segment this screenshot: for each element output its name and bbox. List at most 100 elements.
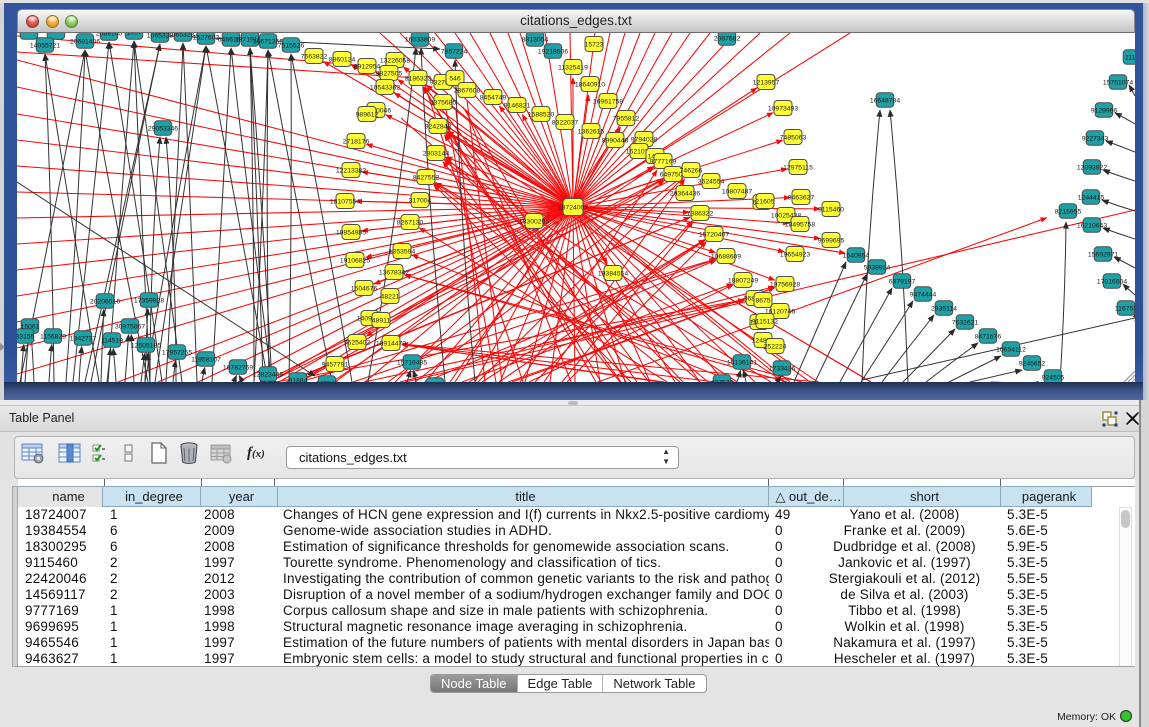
- svg-text:3375685: 3375685: [430, 99, 457, 106]
- svg-text:8215955: 8215955: [1055, 208, 1082, 215]
- svg-text:989612: 989612: [356, 111, 379, 118]
- svg-text:1213957: 1213957: [753, 79, 780, 86]
- svg-text:48221: 48221: [381, 293, 400, 300]
- svg-text:7632621: 7632621: [952, 319, 979, 326]
- svg-text:1362615: 1362615: [578, 128, 605, 135]
- svg-text:1504676: 1504676: [351, 285, 378, 292]
- svg-text:18107554: 18107554: [330, 198, 360, 205]
- svg-text:8990448: 8990448: [602, 137, 629, 144]
- svg-text:20364436: 20364436: [670, 190, 700, 197]
- svg-text:746266: 746266: [680, 167, 703, 174]
- svg-text:12975115: 12975115: [783, 164, 813, 171]
- svg-text:33155: 33155: [17, 333, 35, 340]
- svg-text:19756928: 19756928: [770, 281, 800, 288]
- svg-text:9129966: 9129966: [1091, 107, 1118, 114]
- svg-text:15692971: 15692971: [1088, 251, 1118, 258]
- svg-text:8427552: 8427552: [413, 174, 440, 181]
- svg-text:8186323: 8186323: [405, 75, 432, 82]
- svg-text:9827505: 9827505: [376, 70, 403, 77]
- svg-text:8322037: 8322037: [552, 119, 579, 126]
- svg-text:7625402: 7625402: [344, 339, 371, 346]
- svg-text:2718176: 2718176: [343, 138, 370, 145]
- svg-text:9699695: 9699695: [818, 237, 845, 244]
- svg-text:2087682: 2087682: [714, 35, 741, 42]
- svg-text:9115132: 9115132: [752, 318, 778, 325]
- svg-text:12505185: 12505185: [131, 342, 161, 349]
- svg-text:2069140: 2069140: [96, 33, 123, 37]
- svg-text:10914479: 10914479: [376, 340, 406, 347]
- svg-text:14055721: 14055721: [30, 42, 60, 49]
- svg-text:18640910: 18640910: [575, 81, 605, 88]
- svg-text:19654923: 19654923: [780, 251, 810, 258]
- svg-text:1588520: 1588520: [528, 111, 555, 118]
- svg-text:29053346: 29053346: [148, 125, 178, 132]
- svg-text:8267130: 8267130: [397, 219, 424, 226]
- svg-text:91884: 91884: [289, 377, 308, 382]
- svg-text:407573: 407573: [711, 379, 734, 382]
- svg-text:19106825: 19106825: [340, 257, 370, 264]
- svg-text:19384554: 19384554: [598, 270, 628, 277]
- svg-text:13226058: 13226058: [380, 57, 410, 64]
- svg-text:2803144: 2803144: [423, 150, 450, 157]
- svg-text:19218506: 19218506: [538, 48, 568, 55]
- svg-text:8454749: 8454749: [480, 94, 507, 101]
- svg-text:9242848: 9242848: [425, 123, 452, 130]
- svg-text:2935114: 2935114: [931, 305, 957, 312]
- svg-text:21605: 21605: [756, 198, 775, 205]
- svg-text:9115460: 9115460: [818, 206, 844, 213]
- svg-text:20691406: 20691406: [70, 38, 100, 45]
- svg-text:30975867: 30975867: [115, 323, 145, 330]
- svg-text:8860124: 8860124: [329, 56, 356, 63]
- svg-text:13678342: 13678342: [379, 269, 409, 276]
- svg-text:252224: 252224: [764, 343, 787, 350]
- svg-text:9457791: 9457791: [322, 361, 349, 368]
- svg-text:9146821: 9146821: [504, 102, 531, 109]
- svg-text:143342: 143342: [316, 380, 339, 382]
- svg-text:17957255: 17957255: [162, 349, 192, 356]
- svg-text:18495758: 18495758: [785, 221, 815, 228]
- svg-text:48911: 48911: [372, 317, 391, 324]
- svg-text:9463627: 9463627: [788, 194, 815, 201]
- svg-text:9777169: 9777169: [650, 158, 677, 165]
- svg-text:1640954: 1640954: [843, 252, 870, 259]
- svg-text:7663822: 7663822: [301, 53, 328, 60]
- svg-text:16033809: 16033809: [405, 36, 435, 43]
- svg-text:16210643: 16210643: [1077, 222, 1107, 229]
- svg-text:18807249: 18807249: [728, 277, 758, 284]
- svg-text:19854985: 19854985: [336, 229, 366, 236]
- svg-text:10654112: 10654112: [996, 346, 1026, 353]
- svg-text:1244415: 1244415: [1078, 194, 1105, 201]
- svg-text:5938924: 5938924: [864, 264, 891, 271]
- svg-text:1353594: 1353594: [389, 248, 416, 255]
- svg-text:12093822: 12093822: [1077, 164, 1107, 171]
- svg-text:10688609: 10688609: [711, 253, 741, 260]
- svg-text:18300295: 18300295: [519, 218, 549, 225]
- svg-text:7857224: 7857224: [441, 48, 468, 55]
- svg-text:924505: 924505: [1042, 374, 1065, 381]
- svg-text:9794028: 9794028: [631, 136, 658, 143]
- svg-text:10973493: 10973493: [768, 105, 798, 112]
- svg-text:10543362: 10543362: [370, 84, 400, 91]
- svg-text:17016504: 17016504: [1097, 278, 1127, 285]
- svg-text:8813054: 8813054: [522, 36, 549, 43]
- svg-text:1527602: 1527602: [193, 34, 220, 41]
- svg-text:7515526: 7515526: [278, 42, 305, 49]
- svg-text:1097: 1097: [126, 33, 141, 36]
- svg-text:15720407: 15720407: [699, 231, 729, 238]
- svg-text:7485063: 7485063: [780, 134, 807, 141]
- svg-text:1112: 1112: [1125, 54, 1135, 61]
- svg-text:18724007: 18724007: [558, 204, 588, 211]
- svg-text:317004: 317004: [409, 197, 432, 204]
- svg-text:3624554: 3624554: [698, 178, 725, 185]
- svg-text:8471676: 8471676: [975, 333, 1002, 340]
- svg-text:1733426: 1733426: [769, 365, 796, 372]
- svg-text:116753: 116753: [1115, 305, 1135, 312]
- svg-text:9474444: 9474444: [910, 291, 937, 298]
- svg-text:9227343: 9227343: [1082, 135, 1109, 142]
- svg-text:12823448: 12823448: [253, 371, 283, 378]
- svg-text:16782759: 16782759: [223, 364, 253, 371]
- svg-text:15136141: 15136141: [727, 359, 757, 366]
- svg-text:17359928: 17359928: [134, 297, 164, 304]
- svg-text:15716485: 15716485: [397, 359, 427, 366]
- svg-text:9245652: 9245652: [1019, 360, 1046, 367]
